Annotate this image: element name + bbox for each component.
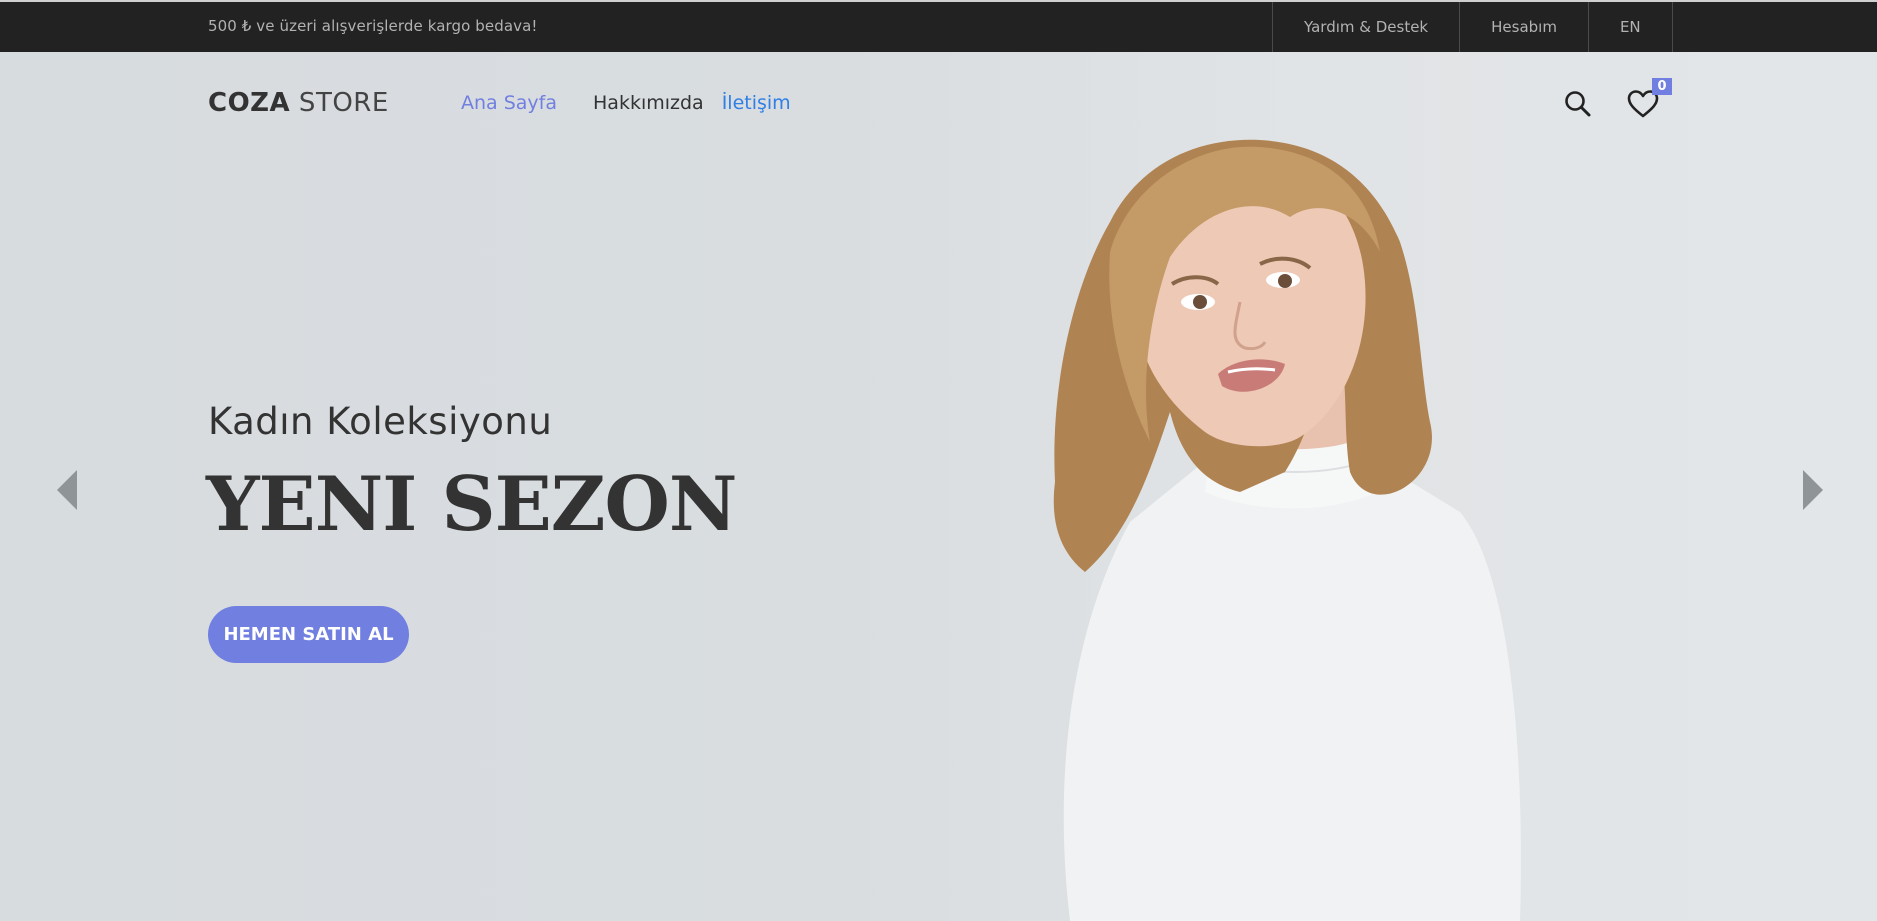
language-switch-link[interactable]: EN	[1587, 2, 1673, 52]
top-bar: 500 ₺ ve üzeri alışverişlerde kargo beda…	[0, 0, 1877, 52]
chevron-left-icon[interactable]	[55, 468, 79, 512]
search-icon[interactable]	[1562, 88, 1594, 120]
nav-item-contact[interactable]: İletişim	[722, 92, 791, 114]
main-nav: Ana Sayfa Hakkımızda İletişim	[461, 92, 809, 114]
nav-item-about[interactable]: Hakkımızda	[593, 92, 704, 114]
hero-slider: COZA STORE Ana Sayfa Hakkımızda İletişim…	[0, 52, 1877, 921]
hero-subtitle: Kadın Koleksiyonu	[208, 400, 553, 443]
hero-headline: YENI SEZON	[206, 460, 737, 548]
my-account-link[interactable]: Hesabım	[1459, 2, 1588, 52]
logo-bold-text: COZA	[208, 88, 291, 118]
nav-item-home[interactable]: Ana Sayfa	[461, 92, 557, 114]
help-support-link[interactable]: Yardım & Destek	[1272, 2, 1459, 52]
shipping-promo-text: 500 ₺ ve üzeri alışverişlerde kargo beda…	[208, 17, 538, 35]
logo-light-text: STORE	[290, 88, 389, 118]
wishlist-count-badge: 0	[1652, 78, 1672, 95]
top-bar-links: Yardım & Destek Hesabım EN	[1272, 2, 1673, 52]
site-logo[interactable]: COZA STORE	[208, 88, 389, 118]
shop-now-button[interactable]: HEMEN SATIN AL	[208, 606, 409, 663]
model-photo	[1053, 139, 1521, 921]
chevron-right-icon[interactable]	[1801, 468, 1825, 512]
